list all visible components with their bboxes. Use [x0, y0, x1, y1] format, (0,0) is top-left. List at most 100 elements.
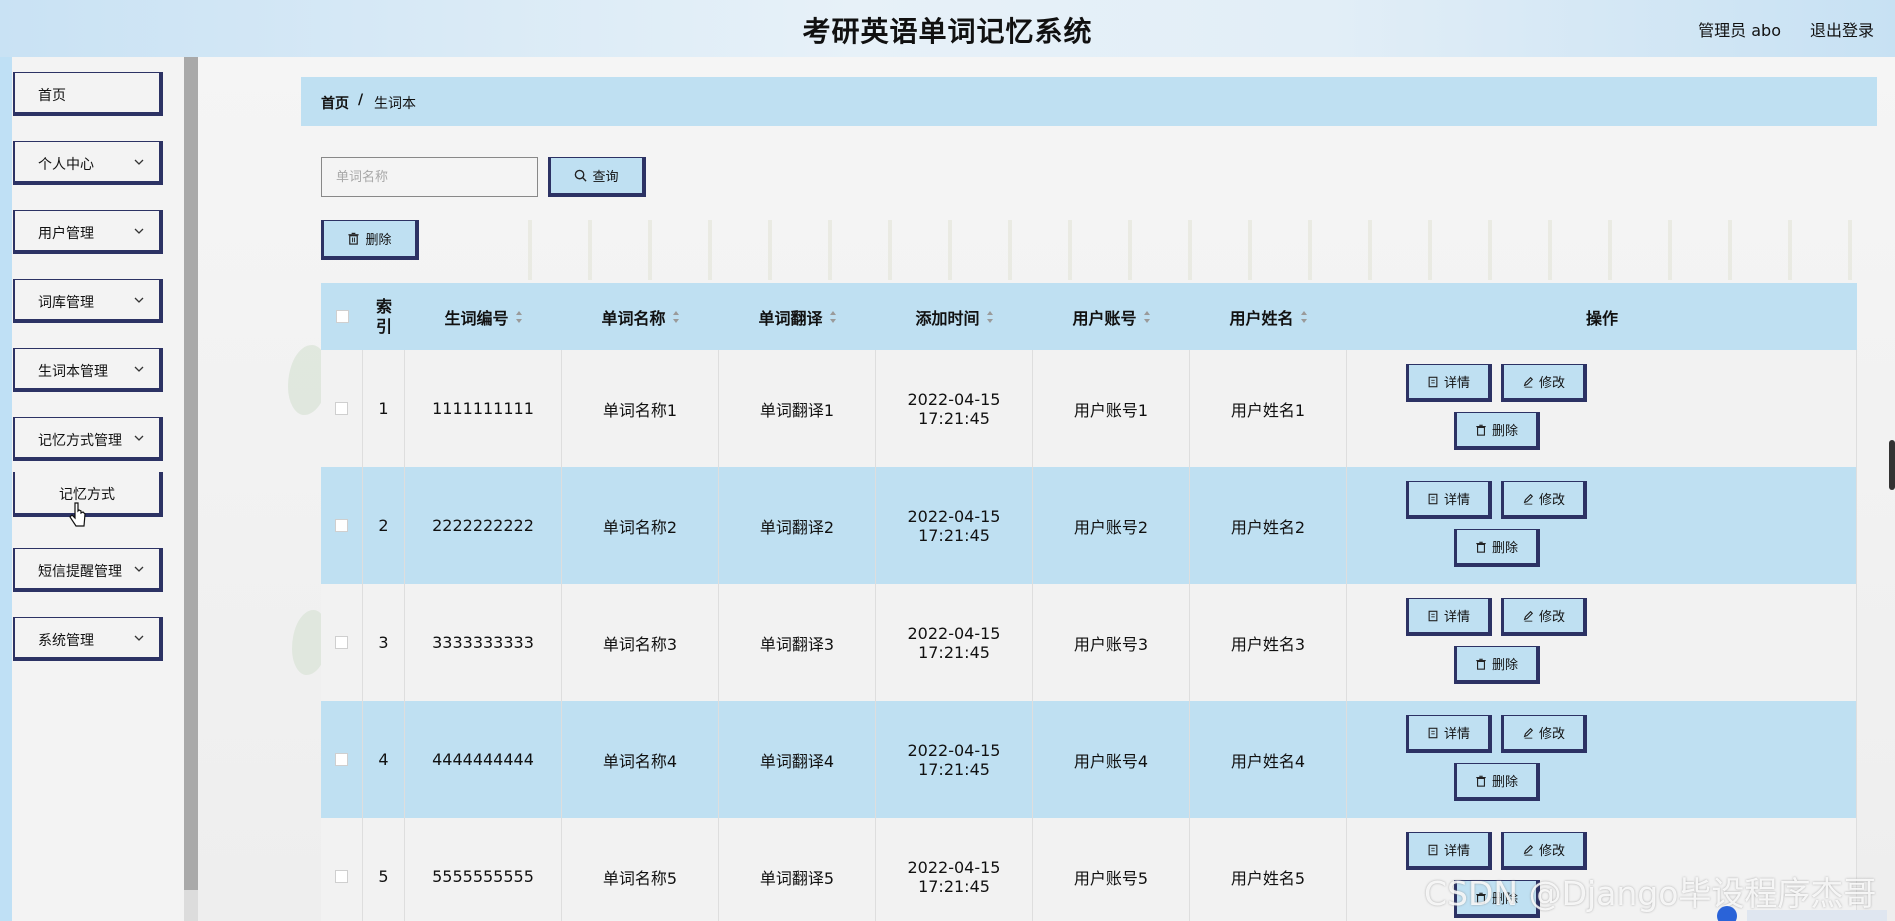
- cell-account: 用户账号3: [1033, 584, 1190, 701]
- sidebar-scrollbar-track: [184, 890, 198, 921]
- chevron-down-icon: [132, 155, 146, 169]
- detail-button[interactable]: 详情: [1406, 481, 1492, 519]
- mouse-pointer-icon: [69, 502, 87, 528]
- detail-button-label: 详情: [1443, 376, 1470, 391]
- background-decoration: [498, 220, 1895, 280]
- detail-button[interactable]: 详情: [1406, 364, 1492, 402]
- cell-code: 4444444444: [405, 701, 562, 818]
- sidebar-subitem-label: 记忆方式: [59, 487, 115, 503]
- sidebar-item-3[interactable]: 词库管理: [13, 279, 163, 323]
- edit-button[interactable]: 修改: [1501, 832, 1587, 870]
- row-checkbox[interactable]: [335, 402, 348, 415]
- sort-icon[interactable]: [1143, 310, 1151, 324]
- row-delete-button[interactable]: 删除: [1454, 646, 1540, 684]
- cell-time-text: 2022-04-15 17:21:45: [907, 389, 1001, 428]
- sort-icon[interactable]: [986, 310, 994, 324]
- word-name-search-input[interactable]: [321, 157, 538, 197]
- row-select-cell: [321, 584, 363, 701]
- column-header-label: 索引: [375, 296, 392, 336]
- cell-index-text: 1: [378, 399, 389, 418]
- batch-delete-button[interactable]: 删除: [321, 220, 419, 260]
- cell-word: 单词名称5: [562, 818, 719, 921]
- edit-icon: [1522, 376, 1539, 388]
- page-scrollbar-thumb[interactable]: [1889, 440, 1895, 490]
- row-delete-button[interactable]: 删除: [1454, 412, 1540, 450]
- edit-button[interactable]: 修改: [1501, 481, 1587, 519]
- detail-button[interactable]: 详情: [1406, 832, 1492, 870]
- sort-icon[interactable]: [1300, 310, 1308, 324]
- sidebar-item-4[interactable]: 生词本管理: [13, 348, 163, 392]
- cell-index: 4: [363, 701, 405, 818]
- app-title: 考研英语单词记忆系统: [802, 15, 1093, 48]
- sidebar-item-1[interactable]: 个人中心: [13, 141, 163, 185]
- sidebar-scrollbar[interactable]: [184, 57, 198, 890]
- sidebar-item-label: 生词本管理: [38, 364, 108, 380]
- cell-name: 用户姓名5: [1190, 818, 1347, 921]
- cell-code: 3333333333: [405, 584, 562, 701]
- column-header-label: 生词编号: [444, 308, 509, 328]
- sidebar-item-2[interactable]: 用户管理: [13, 210, 163, 254]
- sort-icon[interactable]: [829, 310, 837, 324]
- detail-button[interactable]: 详情: [1406, 715, 1492, 753]
- select-all-checkbox[interactable]: [335, 310, 349, 323]
- cell-account: 用户账号4: [1033, 701, 1190, 818]
- column-header-label: 操作: [1585, 308, 1618, 328]
- row-select-cell: [321, 467, 363, 584]
- sidebar-subitem-memory-method[interactable]: 记忆方式: [13, 472, 163, 517]
- vocabulary-table: 索引 生词编号 单词名称 单词翻译 添加时间 用户账号 用户姓名 操作 1 1111111111…: [321, 283, 1857, 921]
- sidebar-item-label: 首页: [38, 88, 66, 104]
- row-select-cell: [321, 350, 363, 467]
- cell-name-text: 用户姓名1: [1230, 400, 1306, 420]
- row-delete-button[interactable]: 删除: [1454, 529, 1540, 567]
- sort-icon[interactable]: [515, 310, 523, 324]
- sidebar-item-7[interactable]: 系统管理: [13, 617, 163, 661]
- row-delete-button[interactable]: 删除: [1454, 763, 1540, 801]
- edit-button[interactable]: 修改: [1501, 598, 1587, 636]
- row-actions: 详情 修改删除: [1347, 584, 1857, 701]
- trash-icon: [1475, 775, 1492, 787]
- breadcrumb-home[interactable]: 首页: [321, 93, 349, 113]
- column-header-translation: 单词翻译: [719, 283, 876, 350]
- sidebar-item-5[interactable]: 记忆方式管理: [13, 417, 163, 461]
- detail-button-label: 详情: [1443, 844, 1470, 859]
- edit-button-label: 修改: [1538, 376, 1565, 391]
- header-select-all: [321, 283, 363, 350]
- row-checkbox[interactable]: [335, 519, 348, 532]
- edit-button[interactable]: 修改: [1501, 364, 1587, 402]
- cell-code-text: 5555555555: [432, 867, 534, 886]
- sidebar-item-6[interactable]: 短信提醒管理: [13, 548, 163, 592]
- cell-word-text: 单词名称3: [602, 634, 678, 654]
- cell-translation-text: 单词翻译5: [759, 868, 835, 888]
- cell-account-text: 用户账号3: [1073, 634, 1149, 654]
- table-row: 2 2222222222 单词名称2 单词翻译2 2022-04-15 17:21:45…: [321, 467, 1857, 585]
- cell-time-text: 2022-04-15 17:21:45: [907, 623, 1001, 662]
- search-button-label: 查询: [592, 170, 619, 185]
- cell-account: 用户账号1: [1033, 350, 1190, 467]
- edit-button-label: 修改: [1538, 727, 1565, 742]
- column-header-index: 索引: [363, 283, 405, 350]
- column-header-label: 用户账号: [1072, 308, 1137, 328]
- row-checkbox[interactable]: [335, 753, 348, 766]
- search-button[interactable]: 查询: [548, 157, 646, 197]
- cell-translation-text: 单词翻译2: [759, 517, 835, 537]
- row-checkbox[interactable]: [335, 636, 348, 649]
- edit-button[interactable]: 修改: [1501, 715, 1587, 753]
- sort-icon[interactable]: [672, 310, 680, 324]
- admin-user-label: 管理员 abo: [1698, 21, 1781, 40]
- edit-icon: [1522, 727, 1539, 739]
- cell-code-text: 1111111111: [432, 399, 534, 418]
- trash-icon: [348, 232, 360, 245]
- document-icon: [1427, 727, 1444, 739]
- logout-link[interactable]: 退出登录: [1810, 17, 1874, 41]
- cell-code-text: 2222222222: [432, 516, 534, 535]
- cell-index: 5: [363, 818, 405, 921]
- cell-name-text: 用户姓名3: [1230, 634, 1306, 654]
- row-delete-label: 删除: [1491, 541, 1518, 556]
- sidebar-item-0[interactable]: 首页: [13, 72, 163, 116]
- cell-word-text: 单词名称2: [602, 517, 678, 537]
- breadcrumb: 首页 / 生词本: [301, 77, 1877, 126]
- cell-account-text: 用户账号5: [1073, 868, 1149, 888]
- row-checkbox[interactable]: [335, 870, 348, 883]
- detail-button[interactable]: 详情: [1406, 598, 1492, 636]
- chevron-down-icon: [132, 362, 146, 376]
